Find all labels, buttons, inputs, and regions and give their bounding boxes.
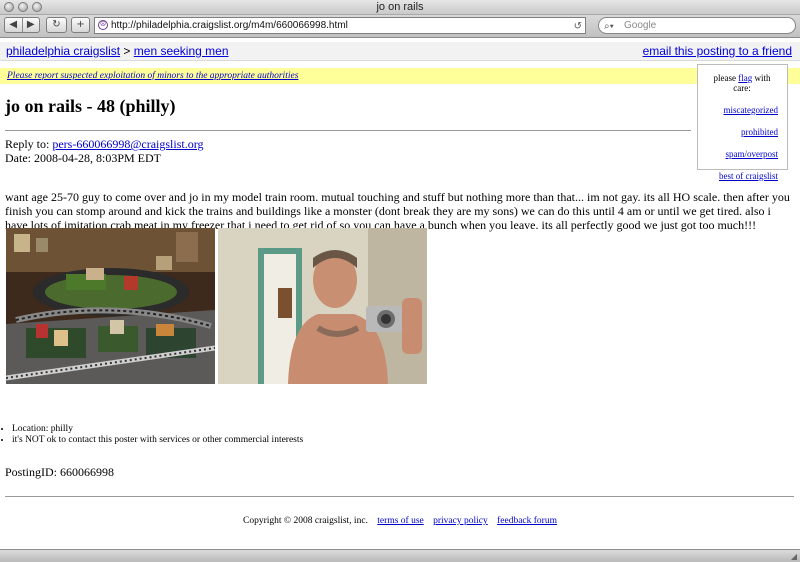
flag-panel: please flag with care: miscategorized pr… bbox=[697, 64, 788, 181]
posting-title: jo on rails - 48 (philly) bbox=[5, 96, 176, 116]
posting-meta-list: Location: philly it's NOT ok to contact … bbox=[0, 424, 303, 446]
window-controls bbox=[4, 2, 42, 12]
browser-toolbar: ◀ ▶ ↻ + ☮ http://philadelphia.craigslist… bbox=[0, 15, 800, 38]
feedback-forum-link[interactable]: feedback forum bbox=[497, 516, 557, 526]
email-posting-link[interactable]: email this posting to a friend bbox=[643, 42, 792, 60]
terms-of-use-link[interactable]: terms of use bbox=[377, 516, 423, 526]
search-icon[interactable]: ⌕▾ bbox=[604, 19, 614, 34]
zoom-window-button[interactable] bbox=[32, 2, 42, 12]
poster-image bbox=[218, 228, 427, 384]
address-text: http://philadelphia.craigslist.org/m4m/6… bbox=[111, 20, 348, 31]
add-bookmark-button[interactable]: + bbox=[71, 17, 90, 33]
reload-icon: ↻ bbox=[52, 19, 61, 30]
reply-email-link[interactable]: pers-660066998@craigslist.org bbox=[52, 137, 203, 151]
site-favicon-icon: ☮ bbox=[98, 20, 108, 30]
plus-icon: + bbox=[76, 19, 85, 30]
privacy-policy-link[interactable]: privacy policy bbox=[433, 516, 488, 526]
forward-arrow-icon[interactable]: ▶ bbox=[23, 18, 40, 32]
posting-date: Date: 2008-04-28, 8:03PM EDT bbox=[5, 151, 161, 165]
breadcrumb-separator: > bbox=[123, 44, 131, 58]
resize-grip-icon[interactable]: ◢ bbox=[791, 553, 797, 561]
flag-help-link[interactable]: flag bbox=[738, 73, 752, 83]
train-layout-image bbox=[6, 228, 215, 384]
window-title: jo on rails bbox=[376, 1, 424, 13]
warning-banner: Please report suspected exploitation of … bbox=[0, 68, 800, 84]
back-forward-buttons: ◀ ▶ bbox=[4, 17, 40, 33]
flag-miscategorized-link[interactable]: miscategorized bbox=[698, 105, 778, 115]
minimize-window-button[interactable] bbox=[18, 2, 28, 12]
search-placeholder: Google bbox=[624, 20, 657, 31]
reply-to-line: Reply to: pers-660066998@craigslist.org bbox=[5, 138, 204, 151]
reload-button[interactable]: ↻ bbox=[46, 17, 67, 33]
report-exploitation-link[interactable]: Please report suspected exploitation of … bbox=[7, 71, 298, 81]
location-item: Location: philly bbox=[12, 424, 303, 435]
close-window-button[interactable] bbox=[4, 2, 14, 12]
breadcrumb-bar: philadelphia craigslist > men seeking me… bbox=[0, 42, 800, 61]
breadcrumb-category-link[interactable]: men seeking men bbox=[134, 44, 229, 58]
footer-divider bbox=[5, 496, 794, 497]
reply-label: Reply to: bbox=[5, 137, 50, 151]
window-titlebar: jo on rails bbox=[0, 0, 800, 15]
address-bar[interactable]: ☮ http://philadelphia.craigslist.org/m4m… bbox=[94, 17, 586, 34]
posting-id: PostingID: 660066998 bbox=[5, 465, 115, 479]
breadcrumb-site-link[interactable]: philadelphia craigslist bbox=[6, 44, 120, 58]
search-field[interactable]: ⌕▾ Google bbox=[598, 17, 796, 34]
go-arrow-icon[interactable]: ↺ bbox=[574, 19, 582, 34]
browser-status-bar: ◢ bbox=[0, 549, 800, 562]
poster-photo[interactable] bbox=[218, 228, 427, 384]
posting-body: want age 25-70 guy to come over and jo i… bbox=[5, 190, 790, 232]
train-layout-photo[interactable] bbox=[6, 228, 215, 384]
flag-best-of-link[interactable]: best of craigslist bbox=[698, 171, 778, 181]
copyright-text: Copyright © 2008 craigslist, inc. bbox=[243, 516, 368, 526]
flag-prohibited-link[interactable]: prohibited bbox=[698, 127, 778, 137]
back-arrow-icon[interactable]: ◀ bbox=[5, 18, 23, 32]
title-divider bbox=[5, 130, 691, 131]
commercial-notice-item: it's NOT ok to contact this poster with … bbox=[12, 435, 303, 446]
page-footer: Copyright © 2008 craigslist, inc. terms … bbox=[0, 516, 800, 526]
breadcrumb: philadelphia craigslist > men seeking me… bbox=[6, 42, 229, 60]
flag-heading: please flag with care: bbox=[698, 73, 778, 93]
flag-intro-text: please bbox=[713, 73, 736, 83]
flag-spam-link[interactable]: spam/overpost bbox=[698, 149, 779, 159]
